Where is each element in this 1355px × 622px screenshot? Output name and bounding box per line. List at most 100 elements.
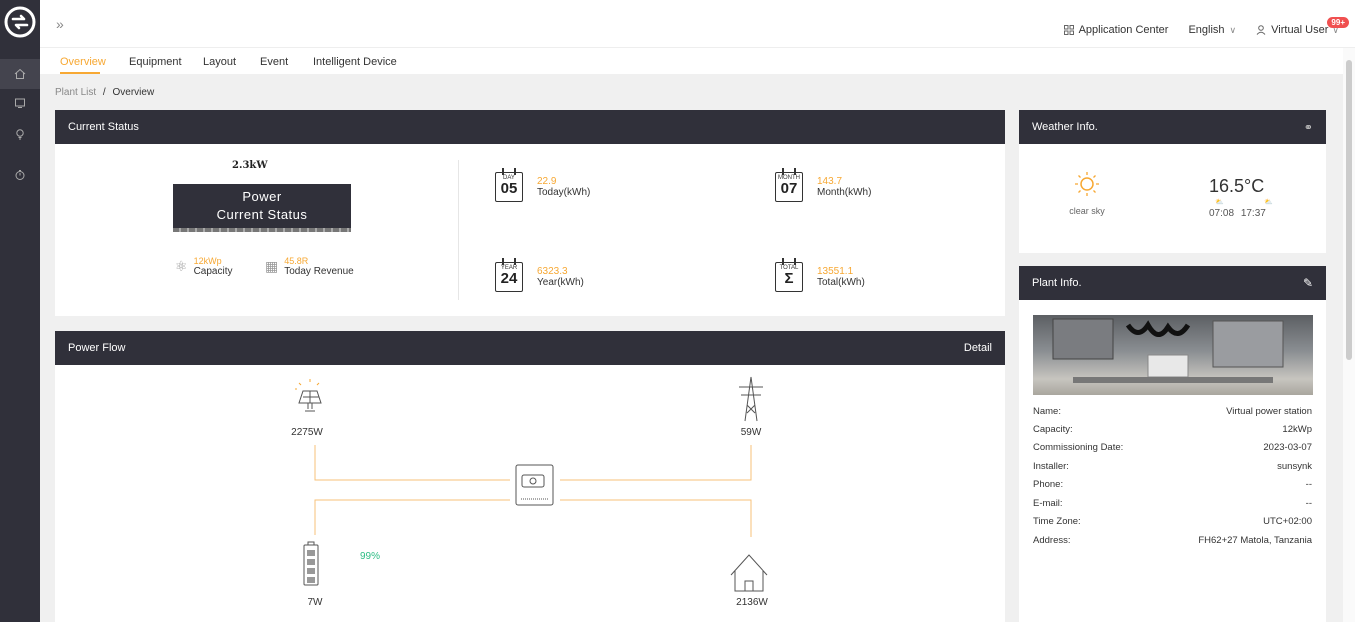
- plant-info-row: Phone: --: [1033, 479, 1312, 490]
- scrollbar-thumb[interactable]: [1346, 60, 1352, 360]
- top-bar: » Application Center English ∨ Virtual U…: [40, 0, 1355, 48]
- info-key: Capacity:: [1033, 424, 1073, 435]
- plant-info-panel: Plant Info. ✎ Name: Virtual power station…: [1019, 266, 1326, 622]
- stat-total: TOTAL Σ 13551.1 Total(kWh): [775, 258, 865, 292]
- stat-label: Total(kWh): [817, 277, 865, 288]
- breadcrumb: Plant List / Overview: [55, 87, 154, 98]
- detail-link[interactable]: Detail: [964, 342, 992, 354]
- sunset-icon: ⛅: [1264, 199, 1273, 206]
- grid-icon: [1063, 25, 1074, 35]
- plant-info-row: Address: FH62+27 Matola, Tanzania: [1033, 535, 1312, 546]
- calendar-icon: DAY 05: [495, 168, 523, 202]
- tab-overview[interactable]: Overview: [60, 56, 106, 68]
- info-value: 2023-03-07: [1263, 442, 1312, 453]
- weather-panel: Weather Info. ⚭ clear sky 16.5°C ⛅ ⛅ 07:0…: [1019, 110, 1326, 253]
- plant-info-row: Time Zone: UTC+02:00: [1033, 516, 1312, 527]
- stat-label: Year(kWh): [537, 277, 584, 288]
- temperature: 16.5°C: [1209, 176, 1265, 196]
- sun-times-icons: ⛅ ⛅: [1215, 198, 1273, 206]
- breadcrumb-parent[interactable]: Plant List: [55, 87, 96, 98]
- info-key: E-mail:: [1033, 498, 1063, 509]
- panel-title: Plant Info.: [1032, 277, 1082, 289]
- plant-info-row: E-mail: --: [1033, 498, 1312, 509]
- power-flow-panel: Power Flow Detail 2275W 59W 99% 7W 2136W: [55, 331, 1005, 622]
- panel-header: Current Status: [55, 110, 1005, 144]
- chevron-down-icon: ∨: [1229, 24, 1237, 35]
- revenue-value: 45.8R: [284, 256, 309, 266]
- top-right-menu: Application Center English ∨ Virtual Use…: [1044, 24, 1339, 36]
- user-menu[interactable]: Virtual User ∨: [1256, 24, 1339, 36]
- home-icon[interactable]: [0, 59, 40, 89]
- user-icon: [1256, 25, 1266, 35]
- tab-event[interactable]: Event: [260, 56, 288, 68]
- calendar-icon: YEAR 24: [495, 258, 523, 292]
- stat-label: Today(kWh): [537, 187, 591, 198]
- battery-icon: [303, 541, 319, 586]
- plant-photo-art: [1052, 318, 1284, 383]
- revenue-icon: ▦: [265, 258, 279, 274]
- edit-icon[interactable]: ✎: [1303, 276, 1313, 290]
- link-icon[interactable]: ⚭: [1304, 121, 1313, 134]
- panel-header: Power Flow Detail: [55, 331, 1005, 365]
- plant-info-row: Installer: sunsynk: [1033, 461, 1312, 472]
- breadcrumb-separator: /: [102, 87, 106, 98]
- load-power-value: 2136W: [736, 597, 768, 608]
- stat-month: MONTH 07 143.7 Month(kWh): [775, 168, 872, 202]
- stat-label: Month(kWh): [817, 187, 872, 198]
- application-center-link[interactable]: Application Center: [1063, 24, 1169, 36]
- left-rail: [0, 0, 40, 622]
- stat-value: 22.9: [537, 176, 557, 187]
- divider: [458, 160, 459, 300]
- breadcrumb-current: Overview: [112, 87, 155, 98]
- stat-value: 6323.3: [537, 266, 568, 277]
- info-value: sunsynk: [1277, 461, 1312, 472]
- language-select[interactable]: English ∨: [1188, 24, 1236, 36]
- panel-title: Power Flow: [68, 342, 126, 354]
- solar-panel-icon: [295, 379, 322, 412]
- current-power-value: 2.3kW: [232, 160, 268, 171]
- sun-times: 07:08 17:37: [1209, 208, 1266, 219]
- current-status-panel: Current Status 2.3kW Power Current Statu…: [55, 110, 1005, 316]
- stat-day: DAY 05 22.9 Today(kWh): [495, 168, 591, 202]
- panel-header: Plant Info. ✎: [1019, 266, 1326, 300]
- capacity-item: ⚛ 12kWp Capacity: [175, 256, 232, 277]
- battery-power-value: 7W: [307, 597, 323, 608]
- timer-icon[interactable]: [0, 160, 40, 190]
- sun-icon: [1075, 172, 1099, 196]
- calendar-icon: MONTH 07: [775, 168, 803, 202]
- tab-layout[interactable]: Layout: [203, 56, 236, 68]
- plant-info-row: Name: Virtual power station: [1033, 406, 1312, 417]
- info-key: Time Zone:: [1033, 516, 1081, 527]
- info-value: UTC+02:00: [1263, 516, 1312, 527]
- plant-info-row: Commissioning Date: 2023-03-07: [1033, 442, 1312, 453]
- notification-badge[interactable]: 99+: [1327, 17, 1349, 28]
- revenue-label: Today Revenue: [284, 266, 354, 277]
- tab-equipment[interactable]: Equipment: [129, 56, 182, 68]
- capacity-value: 12kWp: [193, 256, 222, 266]
- battery-soc-value: 99%: [360, 551, 381, 562]
- grid-power-value: 59W: [740, 427, 762, 438]
- monitor-icon[interactable]: [0, 88, 40, 118]
- active-tab-indicator: [60, 72, 100, 74]
- plant-photo: [1033, 315, 1313, 395]
- power-status-box: Power Current Status: [173, 184, 351, 228]
- inverter-icon: [515, 464, 554, 506]
- bulb-icon[interactable]: [0, 119, 40, 149]
- page-scrollbar[interactable]: [1343, 48, 1355, 622]
- double-chevron-right-icon[interactable]: »: [56, 16, 64, 32]
- info-value: FH62+27 Matola, Tanzania: [1198, 535, 1312, 546]
- application-center-label: Application Center: [1078, 24, 1169, 36]
- tab-intelligent-device[interactable]: Intelligent Device: [313, 56, 397, 68]
- cal-num: 24: [500, 270, 518, 287]
- house-icon: [730, 554, 768, 592]
- sunrise-icon: ⛅: [1215, 199, 1224, 206]
- power-line-1: Power: [242, 189, 282, 204]
- info-key: Phone:: [1033, 479, 1064, 490]
- brand-logo-icon[interactable]: [4, 6, 36, 38]
- info-value: --: [1305, 498, 1312, 509]
- tab-bar: Overview Equipment Layout Event Intellig…: [40, 48, 1355, 74]
- weather-condition: clear sky: [1069, 206, 1105, 216]
- stat-value: 13551.1: [817, 266, 854, 277]
- info-key: Commissioning Date:: [1033, 442, 1124, 453]
- cal-num: Σ: [784, 270, 794, 287]
